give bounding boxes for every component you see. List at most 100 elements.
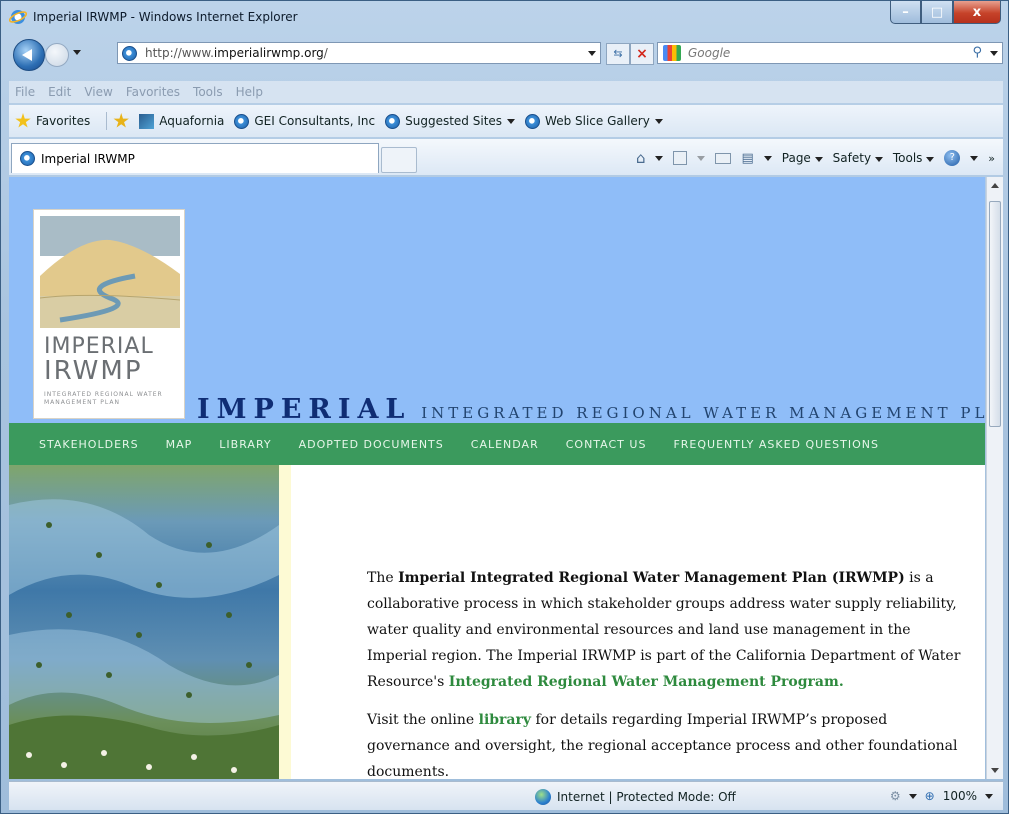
command-buttons: ⌂ ▤ Page Safety Tools ? »: [636, 149, 995, 167]
mail-icon[interactable]: [715, 152, 732, 164]
wetland-photo-art: [9, 499, 279, 779]
divider: [106, 112, 108, 130]
page-icon: [122, 46, 137, 64]
page-viewport: IMPERIAL IRWMP INTEGRATED REGIONAL WATER…: [9, 177, 985, 779]
zoom-icon: ⊕: [924, 789, 935, 803]
address-dropdown-icon[interactable]: [588, 51, 596, 56]
site-banner: IMPERIAL IRWMP INTEGRATED REGIONAL WATER…: [9, 177, 985, 425]
zoom-level: 100%: [942, 789, 977, 803]
command-bar: Imperial IRWMP ⌂ ▤ Page Safety Tools ? »: [9, 139, 1003, 175]
menu-tools[interactable]: Tools: [193, 85, 223, 99]
forward-button[interactable]: [45, 43, 69, 67]
menu-edit[interactable]: Edit: [48, 85, 71, 99]
feeds-dropdown-icon[interactable]: [697, 155, 706, 161]
nav-map[interactable]: MAP: [166, 438, 193, 451]
new-tab-button[interactable]: [381, 147, 417, 173]
home-icon[interactable]: ⌂: [636, 149, 646, 167]
close-button[interactable]: x: [953, 1, 1001, 24]
title-bar: Imperial IRWMP - Windows Internet Explor…: [1, 1, 1008, 35]
nav-stakeholders[interactable]: STAKEHOLDERS: [39, 438, 139, 451]
menu-view[interactable]: View: [84, 85, 112, 99]
logo-line-2: IRWMP: [44, 356, 143, 386]
logo-line-3: INTEGRATED REGIONAL WATER MANAGEMENT PLA…: [44, 391, 163, 406]
menu-bar: File Edit View Favorites Tools Help: [9, 81, 1003, 103]
fav-web-slice-gallery[interactable]: Web Slice Gallery: [525, 113, 663, 129]
safety-menu[interactable]: Safety: [833, 151, 883, 165]
help-dropdown-icon[interactable]: [970, 155, 979, 161]
photo-border: [279, 465, 291, 779]
nav-library[interactable]: LIBRARY: [219, 438, 271, 451]
stop-button[interactable]: ×: [630, 43, 654, 65]
print-dropdown-icon[interactable]: [763, 155, 772, 161]
tools-menu[interactable]: Tools: [893, 151, 935, 165]
menu-favorites[interactable]: Favorites: [126, 85, 180, 99]
plan-name: Imperial Integrated Regional Water Manag…: [398, 570, 905, 586]
search-box[interactable]: Google ⚲: [657, 42, 1003, 64]
fav-link-aquafornia[interactable]: Aquafornia: [139, 113, 224, 129]
menu-help[interactable]: Help: [236, 85, 263, 99]
site-title-main: IMPERIAL: [197, 394, 412, 425]
protected-mode-icon[interactable]: ⚙: [890, 789, 901, 803]
feeds-icon[interactable]: [673, 151, 688, 165]
refresh-button[interactable]: ⇆: [606, 43, 630, 65]
favorites-bar: Favorites Aquafornia GEI Consultants, In…: [9, 105, 1003, 137]
help-icon[interactable]: ?: [944, 150, 961, 166]
tab-imperial-irwmp[interactable]: Imperial IRWMP: [11, 143, 379, 173]
fav-link-gei[interactable]: GEI Consultants, Inc: [234, 113, 375, 129]
intro-text: The Imperial Integrated Regional Water M…: [367, 565, 967, 779]
wetland-photo: [9, 465, 291, 779]
site-nav: STAKEHOLDERS MAP LIBRARY ADOPTED DOCUMEN…: [9, 423, 985, 465]
chevron-down-icon[interactable]: [908, 793, 917, 799]
scroll-thumb[interactable]: [989, 201, 1001, 427]
security-zone[interactable]: Internet | Protected Mode: Off: [535, 789, 736, 805]
print-icon[interactable]: ▤: [741, 151, 753, 166]
nav-contact-us[interactable]: CONTACT US: [566, 438, 647, 451]
address-bar[interactable]: http://www.imperialirwmp.org/: [117, 42, 601, 64]
ie-page-icon: [20, 151, 35, 166]
chevron-down-icon: [654, 118, 663, 124]
globe-icon: [535, 789, 551, 805]
vertical-scrollbar[interactable]: [986, 177, 1003, 779]
recent-pages-dropdown-icon[interactable]: [73, 50, 81, 55]
more-chevron-icon[interactable]: »: [988, 152, 995, 165]
home-dropdown-icon[interactable]: [655, 155, 664, 161]
favorites-button[interactable]: Favorites: [15, 113, 90, 129]
ie-logo-icon: [8, 8, 28, 26]
page-menu[interactable]: Page: [782, 151, 823, 165]
site-title-sub: INTEGRATED REGIONAL WATER MANAGEMENT PLA…: [421, 404, 985, 422]
star-icon: [15, 113, 31, 128]
minimize-button[interactable]: –: [890, 1, 921, 24]
url-text: http://www.imperialirwmp.org/: [145, 46, 328, 60]
back-button[interactable]: [13, 39, 45, 71]
scroll-down-icon[interactable]: [991, 768, 999, 773]
library-link[interactable]: library: [479, 712, 531, 728]
zoom-control[interactable]: ⚙ ⊕ 100%: [890, 789, 993, 803]
ie-page-icon: [525, 113, 541, 129]
chevron-down-icon: [507, 118, 516, 124]
nav-faq[interactable]: FREQUENTLY ASKED QUESTIONS: [673, 438, 879, 451]
logo-landscape-image: [40, 216, 180, 328]
library-paragraph: Visit the online library for details reg…: [367, 712, 958, 779]
nav-adopted-documents[interactable]: ADOPTED DOCUMENTS: [299, 438, 444, 451]
irwm-program-link[interactable]: Integrated Regional Water Management Pro…: [449, 674, 844, 690]
scroll-up-icon[interactable]: [991, 183, 999, 188]
status-bar: Internet | Protected Mode: Off ⚙ ⊕ 100%: [9, 781, 1003, 810]
nav-calendar[interactable]: CALENDAR: [471, 438, 539, 451]
window-title: Imperial IRWMP - Windows Internet Explor…: [33, 10, 298, 24]
add-favorite-icon: [113, 113, 129, 128]
search-placeholder: Google: [688, 46, 731, 60]
fav-suggested-sites[interactable]: Suggested Sites: [385, 113, 516, 129]
maximize-button[interactable]: □: [921, 1, 953, 24]
browser-window: Imperial IRWMP - Windows Internet Explor…: [0, 0, 1009, 814]
search-options-icon[interactable]: [990, 51, 998, 56]
caption-buttons: – □ x: [890, 1, 1001, 24]
ie-page-icon: [234, 113, 250, 129]
add-to-favorites-button[interactable]: [113, 113, 129, 129]
menu-file[interactable]: File: [15, 85, 35, 99]
google-icon: [663, 45, 681, 61]
site-logo[interactable]: IMPERIAL IRWMP INTEGRATED REGIONAL WATER…: [33, 209, 185, 419]
zoom-dropdown-icon[interactable]: [985, 793, 993, 799]
search-icon[interactable]: ⚲: [972, 45, 982, 60]
ie-page-icon: [385, 113, 401, 129]
intro-paragraph: The Imperial Integrated Regional Water M…: [367, 570, 961, 690]
